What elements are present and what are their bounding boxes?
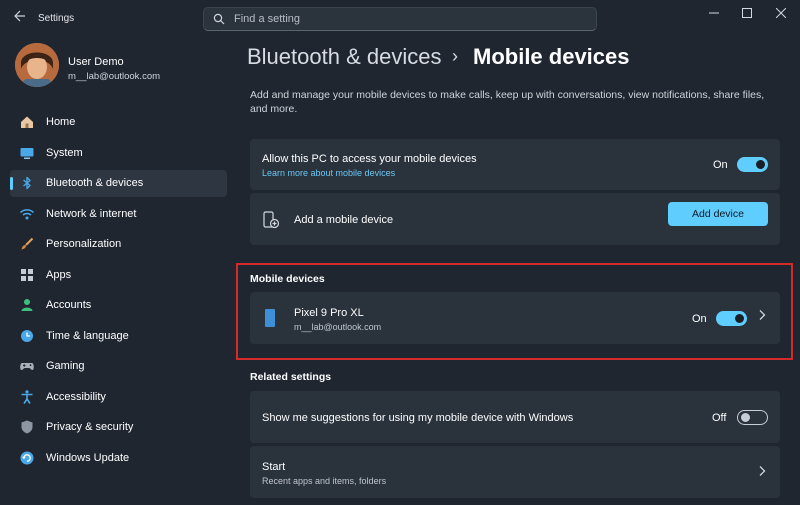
sidebar-item-label: Windows Update xyxy=(46,451,130,464)
sidebar-item-accounts[interactable]: Accounts xyxy=(10,292,227,319)
suggestions-row: Show me suggestions for using my mobile … xyxy=(250,391,780,443)
allow-access-title: Allow this PC to access your mobile devi… xyxy=(262,153,477,165)
start-subtitle: Recent apps and items, folders xyxy=(262,476,387,486)
sidebar-item-time-language[interactable]: Time & language xyxy=(10,323,227,350)
shield-icon xyxy=(19,419,35,435)
page-description: Add and manage your mobile devices to ma… xyxy=(250,89,765,115)
sidebar-item-label: Apps xyxy=(46,268,72,281)
sidebar-nav: Home System Bluetooth & devices Network … xyxy=(10,109,227,475)
home-icon xyxy=(19,114,35,130)
sidebar-item-label: System xyxy=(46,146,83,159)
person-icon xyxy=(19,297,35,313)
avatar[interactable] xyxy=(15,43,59,87)
breadcrumb-parent[interactable]: Bluetooth & devices xyxy=(247,44,441,70)
sidebar-item-network[interactable]: Network & internet xyxy=(10,201,227,228)
learn-more-link[interactable]: Learn more about mobile devices xyxy=(262,168,395,178)
start-row[interactable]: Start Recent apps and items, folders xyxy=(250,446,780,498)
search-input[interactable] xyxy=(234,11,584,27)
sidebar-item-label: Personalization xyxy=(46,238,122,250)
breadcrumb-separator: › xyxy=(452,46,458,66)
toggle-knob xyxy=(756,160,765,169)
minimize-button[interactable] xyxy=(697,0,731,26)
highlight-frame xyxy=(236,263,793,360)
profile-email: m__lab@outlook.com xyxy=(68,71,161,82)
sidebar-item-personalization[interactable]: Personalization xyxy=(10,231,227,258)
gamepad-icon xyxy=(19,358,35,374)
sidebar-item-label: Bluetooth & devices xyxy=(46,177,144,189)
sidebar-item-label: Time & language xyxy=(46,329,129,342)
sidebar-item-label: Privacy & security xyxy=(46,421,134,433)
accessibility-icon xyxy=(19,389,35,405)
chevron-right-icon xyxy=(757,465,767,480)
sidebar-item-label: Network & internet xyxy=(46,207,137,220)
brush-icon xyxy=(19,236,35,252)
suggestions-title: Show me suggestions for using my mobile … xyxy=(262,412,574,424)
suggestions-toggle[interactable] xyxy=(737,410,768,425)
suggestions-state-label: Off xyxy=(712,412,727,424)
sidebar-item-windows-update[interactable]: Windows Update xyxy=(10,445,227,472)
toggle-knob xyxy=(741,413,750,422)
apps-grid-icon xyxy=(19,267,35,283)
sidebar-item-label: Home xyxy=(46,116,76,128)
sidebar-item-gaming[interactable]: Gaming xyxy=(10,353,227,380)
allow-access-state-label: On xyxy=(713,159,728,171)
sidebar-item-label: Accounts xyxy=(46,299,92,311)
bluetooth-icon xyxy=(19,175,35,191)
sidebar-item-label: Accessibility xyxy=(46,390,106,403)
start-title: Start xyxy=(262,461,286,473)
sidebar-item-privacy-security[interactable]: Privacy & security xyxy=(10,414,227,441)
sidebar-item-bluetooth[interactable]: Bluetooth & devices xyxy=(10,170,227,197)
sidebar-item-home[interactable]: Home xyxy=(10,109,227,136)
add-device-button[interactable]: Add device xyxy=(668,202,768,226)
close-icon xyxy=(776,8,786,18)
profile-name: User Demo xyxy=(68,56,124,68)
back-arrow-icon[interactable] xyxy=(12,10,28,26)
sidebar-item-label: Gaming xyxy=(46,360,85,372)
page-title: Mobile devices xyxy=(473,44,630,69)
update-icon xyxy=(19,450,35,466)
related-settings-heading: Related settings xyxy=(250,371,332,383)
allow-access-toggle[interactable] xyxy=(737,157,768,172)
add-device-card: Add a mobile device Add device xyxy=(250,193,780,245)
sidebar-item-system[interactable]: System xyxy=(10,140,227,167)
globe-clock-icon xyxy=(19,328,35,344)
wifi-icon xyxy=(19,206,35,222)
close-button[interactable] xyxy=(764,0,798,26)
back-arrow-glyph xyxy=(14,10,25,22)
add-device-title: Add a mobile device xyxy=(294,214,394,226)
app-title: Settings xyxy=(38,13,75,24)
maximize-icon xyxy=(742,8,752,18)
phone-add-icon xyxy=(262,211,280,232)
monitor-icon xyxy=(19,145,35,161)
search-icon xyxy=(213,13,225,25)
search-box[interactable] xyxy=(203,7,597,31)
avatar-image xyxy=(15,43,59,87)
minimize-icon xyxy=(709,12,719,14)
sidebar-item-apps[interactable]: Apps xyxy=(10,262,227,289)
allow-access-card: Allow this PC to access your mobile devi… xyxy=(250,139,780,190)
maximize-button[interactable] xyxy=(730,0,764,26)
sidebar-item-accessibility[interactable]: Accessibility xyxy=(10,384,227,411)
title-bar: Settings xyxy=(0,0,800,36)
